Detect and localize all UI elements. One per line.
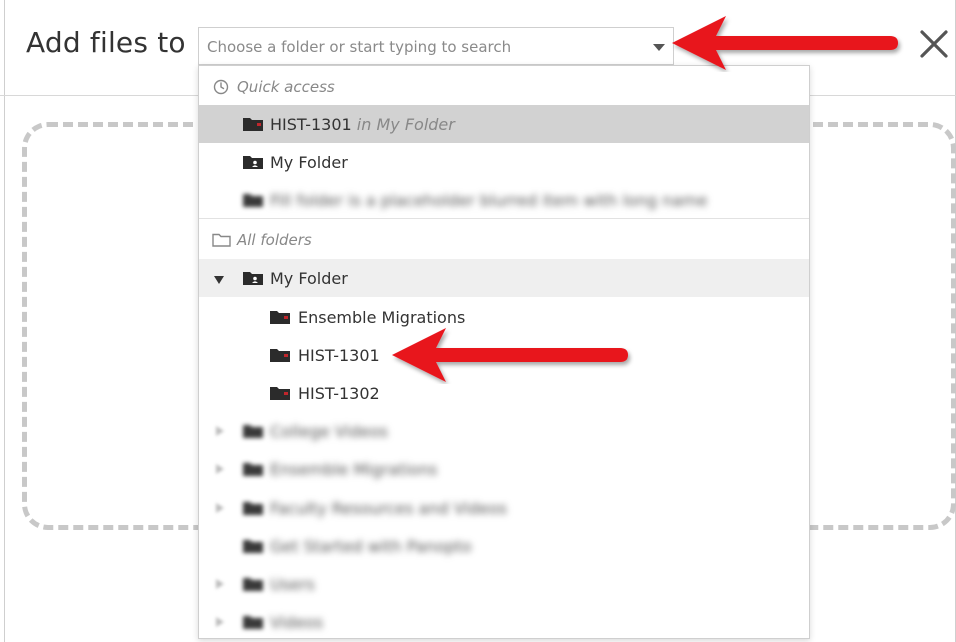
folder-icon xyxy=(270,387,290,400)
expand-triangle-icon[interactable] xyxy=(216,464,224,474)
section-label: Quick access xyxy=(237,78,335,96)
annotation-arrow-folder xyxy=(392,328,628,382)
folder-name: Videos xyxy=(270,613,324,632)
folder-name: Get Started with Panopto xyxy=(270,537,472,556)
folder-name: Users xyxy=(270,575,315,594)
folder-icon xyxy=(243,194,263,207)
folder-name: HIST-1301 xyxy=(298,346,380,365)
user-folder-icon xyxy=(243,156,263,169)
close-icon xyxy=(920,30,948,58)
tree-item-blurred[interactable]: Ensemble Migrations xyxy=(199,450,809,488)
folder-name: HIST-1301 xyxy=(270,115,352,134)
folder-name: Ensemble Migrations xyxy=(298,308,466,327)
tree-item-blurred[interactable]: College Videos xyxy=(199,412,809,450)
folder-name: Faculty Resources and Videos xyxy=(270,499,507,518)
folder-name: HIST-1302 xyxy=(298,384,380,403)
tree-item-blurred[interactable]: Videos xyxy=(199,603,809,638)
section-all-folders: All folders xyxy=(199,221,809,259)
expand-triangle-icon[interactable] xyxy=(216,579,224,589)
tree-item-blurred[interactable]: Get Started with Panopto xyxy=(199,527,809,565)
folder-outline-icon xyxy=(212,233,231,247)
folder-location: in My Folder xyxy=(356,115,455,134)
folder-icon xyxy=(243,502,263,515)
expand-triangle-icon[interactable] xyxy=(214,276,224,284)
folder-name: Fill folder is a placeholder blurred ite… xyxy=(270,191,708,210)
folder-icon xyxy=(243,425,263,438)
folder-icon xyxy=(243,616,263,629)
expand-triangle-icon[interactable] xyxy=(216,426,224,436)
folder-icon xyxy=(243,578,263,591)
expand-triangle-icon[interactable] xyxy=(216,503,224,513)
folder-name: College Videos xyxy=(270,422,388,441)
user-folder-icon xyxy=(243,272,263,285)
expand-triangle-icon[interactable] xyxy=(216,617,224,627)
section-quick-access: Quick access xyxy=(199,68,809,106)
annotation-arrow-top xyxy=(672,16,898,70)
folder-search-input[interactable]: Choose a folder or start typing to searc… xyxy=(198,27,674,65)
folder-icon xyxy=(243,540,263,553)
folder-name: Ensemble Migrations xyxy=(270,460,438,479)
folder-icon xyxy=(243,463,263,476)
tree-item-blurred[interactable]: Users xyxy=(199,565,809,603)
close-button[interactable] xyxy=(914,24,954,64)
quick-access-item[interactable]: HIST-1301 in My Folder xyxy=(199,105,809,143)
folder-icon xyxy=(270,311,290,324)
folder-name: My Folder xyxy=(270,153,348,172)
folder-icon xyxy=(270,349,290,362)
clock-icon xyxy=(213,79,229,95)
folder-name: My Folder xyxy=(270,269,348,288)
section-label: All folders xyxy=(237,231,312,249)
tree-item-my-folder[interactable]: My Folder xyxy=(199,259,809,297)
dialog-title: Add files to xyxy=(26,26,186,59)
quick-access-item[interactable]: My Folder xyxy=(199,143,809,181)
caret-down-icon[interactable] xyxy=(653,44,665,51)
quick-access-item[interactable]: Fill folder is a placeholder blurred ite… xyxy=(199,181,809,219)
folder-search-placeholder: Choose a folder or start typing to searc… xyxy=(207,38,512,56)
folder-icon xyxy=(243,118,263,131)
tree-item-blurred[interactable]: Faculty Resources and Videos xyxy=(199,489,809,527)
